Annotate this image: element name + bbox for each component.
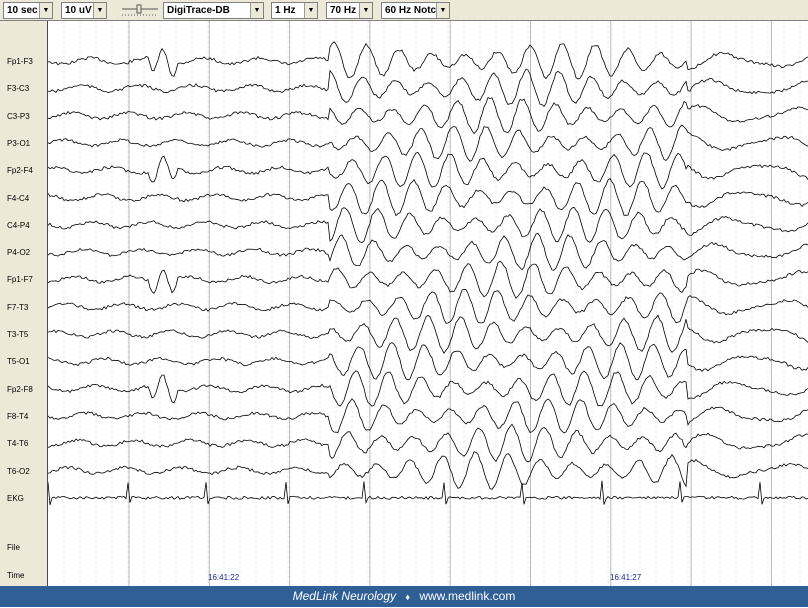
channel-label: EKG	[7, 493, 24, 503]
channel-label: F8-T4	[7, 411, 29, 421]
time-label: Time	[7, 571, 25, 580]
sensitivity-select[interactable]: 10 uV ▼	[61, 2, 107, 19]
file-label: File	[7, 543, 20, 552]
channel-trace	[48, 288, 808, 324]
high-filter-select[interactable]: 70 Hz ▼	[326, 2, 373, 19]
channel-trace	[48, 398, 808, 434]
chevron-down-icon[interactable]: ▼	[436, 3, 449, 18]
channel-label: F3-C3	[7, 84, 30, 94]
channel-label: Fp1-F7	[7, 275, 33, 285]
chevron-down-icon[interactable]: ▼	[39, 3, 52, 18]
channel-trace	[48, 260, 808, 299]
notch-filter-value: 60 Hz Notch	[385, 5, 443, 16]
footer-banner: MedLink Neurology ♦ www.medlink.com	[0, 586, 808, 607]
channel-trace	[48, 314, 808, 354]
channel-label: T6-O2	[7, 466, 30, 476]
channel-trace	[48, 480, 808, 506]
channel-label: F4-C4	[7, 193, 30, 203]
channel-trace	[48, 124, 808, 162]
channel-trace	[48, 97, 808, 135]
time-mark: 16:41:27	[610, 573, 642, 582]
chevron-down-icon[interactable]: ▼	[250, 3, 263, 18]
channel-label: P4-O2	[7, 248, 31, 258]
scale-slider-icon[interactable]	[120, 3, 160, 18]
high-filter-value: 70 Hz	[330, 5, 357, 16]
chevron-down-icon[interactable]: ▼	[93, 3, 106, 18]
channel-trace	[48, 206, 808, 243]
chevron-down-icon[interactable]: ▼	[304, 3, 317, 18]
channel-label: C4-P4	[7, 220, 30, 230]
timebase-select[interactable]: 10 sec ▼	[3, 2, 53, 19]
channel-trace	[48, 451, 808, 490]
channel-trace	[48, 232, 808, 271]
time-mark: 16:41:22	[208, 573, 240, 582]
channel-label: Fp2-F8	[7, 384, 33, 394]
montage-value: DigiTrace-DB	[167, 5, 230, 16]
channel-trace	[48, 342, 808, 381]
notch-filter-select[interactable]: 60 Hz Notch ▼	[381, 2, 450, 19]
channel-trace	[48, 152, 808, 190]
eeg-trace-area[interactable]	[48, 21, 808, 586]
footer-brand: MedLink Neurology	[292, 589, 397, 603]
montage-select[interactable]: DigiTrace-DB ▼	[163, 2, 264, 19]
channel-label: Fp2-F4	[7, 166, 33, 176]
low-filter-value: 1 Hz	[275, 5, 296, 16]
diamond-icon: ♦	[405, 592, 410, 602]
channel-trace	[48, 423, 808, 463]
channel-label: T4-T6	[7, 439, 29, 449]
channel-trace	[48, 370, 808, 407]
channel-label: T5-O1	[7, 357, 30, 367]
channel-trace	[48, 41, 808, 80]
sensitivity-value: 10 uV	[65, 5, 92, 16]
channel-label: P3-O1	[7, 138, 31, 148]
footer-url[interactable]: www.medlink.com	[419, 589, 515, 603]
channel-label: F7-T3	[7, 302, 29, 312]
channel-trace	[48, 178, 808, 217]
chevron-down-icon[interactable]: ▼	[359, 3, 372, 18]
channel-label: C3-P3	[7, 111, 30, 121]
channel-label: Fp1-F3	[7, 57, 33, 66]
channel-label-column: File Time Fp1-F3 F3-C3 C3-P3 P3-O1 Fp2-F4 F4-…	[0, 21, 48, 586]
channel-trace	[48, 68, 808, 108]
timebase-value: 10 sec	[7, 5, 38, 16]
low-filter-select[interactable]: 1 Hz ▼	[271, 2, 318, 19]
channel-label: T3-T5	[7, 330, 29, 339]
toolbar: 10 sec ▼ 10 uV ▼ DigiTrace-DB ▼ 1 Hz ▼ 7…	[0, 0, 808, 21]
